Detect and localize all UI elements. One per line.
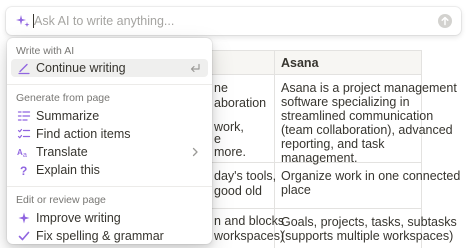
menu-item-label: Translate (36, 145, 88, 159)
svg-text:a: a (23, 152, 27, 159)
table-border (200, 208, 422, 209)
menu-item-improve-writing[interactable]: Improve writing (11, 209, 208, 227)
table-cell-line: (supports multiple workspaces) (281, 229, 454, 243)
menu-divider (7, 84, 212, 85)
pencil-line-icon (18, 63, 30, 75)
table-cell-line: Asana is a project management (281, 81, 457, 95)
ai-prompt-input[interactable] (34, 11, 424, 31)
question-mark-icon: ? (20, 164, 27, 177)
table-cell-fragment: aboration (214, 96, 267, 110)
menu-item-translate[interactable]: A a Translate (11, 143, 208, 161)
section-title-generate-from-page: Generate from page (16, 92, 110, 104)
page: Asana ne aboration work, e more. day's t… (0, 0, 474, 248)
menu-item-label: Summarize (36, 109, 100, 123)
menu-item-explain-this[interactable]: ? Explain this (11, 161, 208, 179)
table-cell-fragment: ne (214, 81, 228, 95)
table-header-asana: Asana (281, 56, 319, 70)
table-border (200, 74, 422, 75)
section-title-write-with-ai: Write with AI (16, 45, 75, 57)
menu-item-find-action-items[interactable]: Find action items (11, 125, 208, 143)
ai-prompt-bar (6, 7, 461, 35)
translate-icon: A a (17, 148, 27, 159)
chevron-right-icon (192, 147, 198, 157)
table-cell-line: Goals, projects, tasks, subtasks (281, 215, 457, 229)
checkmark-icon (18, 231, 30, 241)
arrow-up-icon (441, 16, 449, 26)
summary-lines-icon (17, 111, 31, 121)
section-title-edit-or-review: Edit or review page (16, 194, 106, 206)
return-icon (190, 63, 200, 73)
menu-item-continue-writing[interactable]: Continue writing (11, 59, 208, 77)
menu-item-label: Fix spelling & grammar (36, 229, 164, 243)
menu-item-summarize[interactable]: Summarize (11, 107, 208, 125)
ai-sparkle-icon (16, 15, 30, 27)
menu-item-label: Explain this (36, 163, 100, 177)
menu-item-fix-spelling-grammar[interactable]: Fix spelling & grammar (11, 227, 208, 244)
table-cell-line: management. (281, 151, 358, 165)
table-cell-fragment: day's tools, (214, 169, 277, 183)
ai-command-menu: Write with AI Continue writing Generate … (7, 38, 212, 244)
table-cell-line: place (281, 183, 311, 197)
svg-text:?: ? (20, 164, 27, 177)
table-cell-fragment: good old (214, 184, 262, 198)
table-cell-fragment: n and blocks (214, 214, 285, 228)
table-cell-line: (team collaboration), advanced (281, 123, 453, 137)
menu-item-label: Continue writing (36, 61, 126, 75)
table-cell-fragment: workspaces) (214, 229, 285, 243)
checklist-icon (17, 128, 31, 139)
table-cell-line: Organize work in one connected (281, 169, 461, 183)
table-border (200, 50, 422, 51)
menu-item-label: Find action items (36, 127, 131, 141)
table-cell-line: streamlined communication (281, 109, 434, 123)
table-cell-line: software specializing in (281, 95, 410, 109)
table-cell-fragment: more. (214, 145, 246, 159)
menu-item-label: Improve writing (36, 211, 121, 225)
menu-divider (7, 186, 212, 187)
table-cell-line: reporting, and task (281, 137, 385, 151)
sparkle-icon (18, 212, 30, 224)
submit-button[interactable] (438, 14, 452, 28)
